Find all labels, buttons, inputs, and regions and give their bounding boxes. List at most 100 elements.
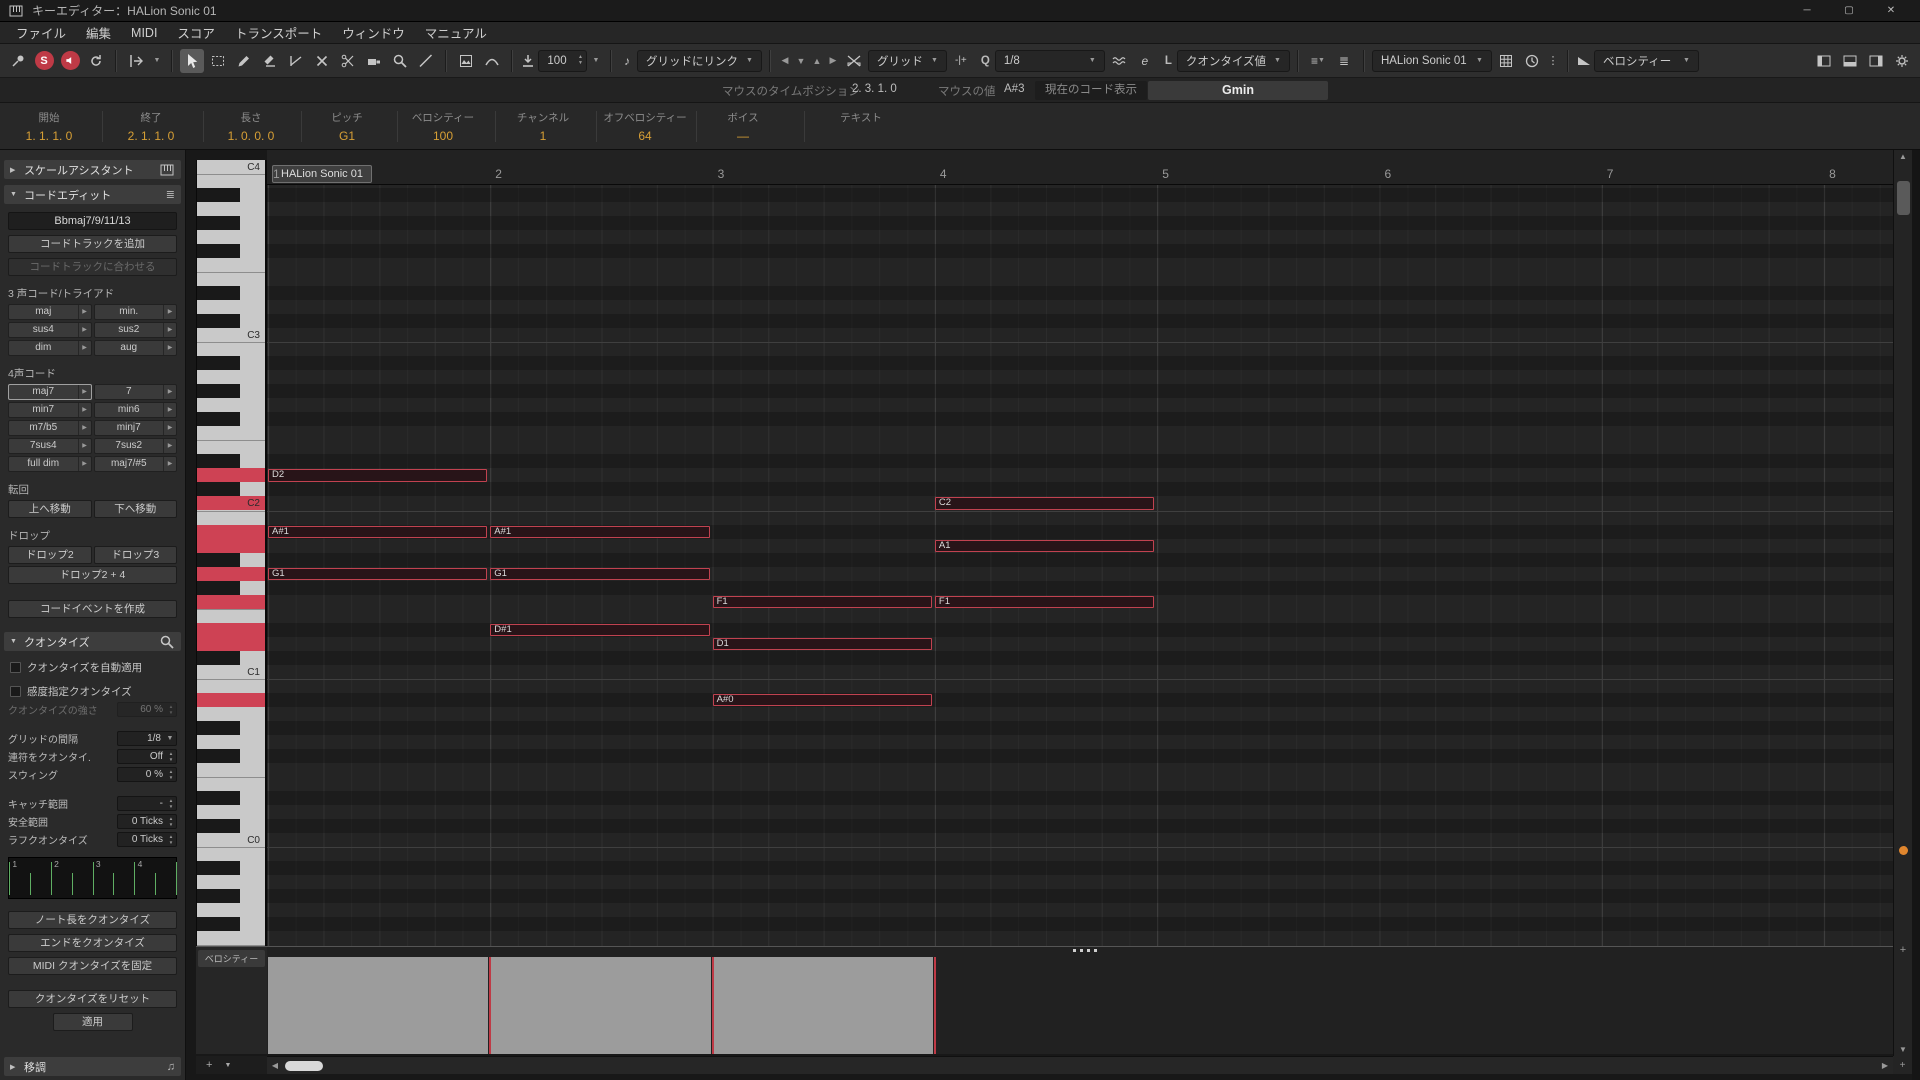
chevron-right-icon[interactable]: ▶ bbox=[163, 323, 176, 337]
menu-item-1[interactable]: 編集 bbox=[76, 23, 121, 42]
scroll-up-button[interactable]: ▲ bbox=[1894, 152, 1912, 161]
quantize-note-lengths-button[interactable]: ノート長をクオンタイズ bbox=[8, 911, 177, 929]
section-scale-assistant[interactable]: ▶ スケールアシスタント bbox=[4, 160, 181, 179]
info-field-7[interactable]: ボイス— bbox=[688, 103, 798, 149]
minimize-button[interactable]: ─ bbox=[1786, 0, 1828, 22]
info-field-2[interactable]: 長さ1. 0. 0. 0 bbox=[196, 103, 306, 149]
piano-key-F#2[interactable] bbox=[197, 412, 240, 426]
chord-type-min7[interactable]: min7▶ bbox=[8, 402, 92, 418]
menu-item-2[interactable]: MIDI bbox=[121, 26, 167, 40]
chevron-right-icon[interactable]: ▶ bbox=[78, 385, 91, 399]
timeline-ruler[interactable]: HALion Sonic 01 12345678 bbox=[267, 150, 1893, 185]
crossed-arrows-button[interactable] bbox=[842, 49, 866, 73]
setup-toolbar-button[interactable] bbox=[1890, 49, 1914, 73]
stepper-down-icon[interactable]: ▼ bbox=[169, 822, 173, 827]
chord-type-maj7#5[interactable]: maj7/#5▶ bbox=[94, 456, 178, 472]
midi-note-D2[interactable]: D2 bbox=[268, 469, 487, 482]
piano-key-C#3[interactable] bbox=[197, 314, 240, 328]
stepper-down-icon[interactable]: ▼ bbox=[169, 775, 173, 780]
info-field-1[interactable]: 終了2. 1. 1. 0 bbox=[96, 103, 206, 149]
stepper-down-icon[interactable]: ▼ bbox=[169, 840, 173, 845]
chord-type-min[interactable]: min.▶ bbox=[94, 304, 178, 320]
curve-tool-button[interactable] bbox=[480, 49, 504, 73]
match-with-chord-track-button[interactable]: コードトラックに合わせる bbox=[8, 258, 177, 276]
chord-type-minj7[interactable]: minj7▶ bbox=[94, 420, 178, 436]
chord-type-maj7[interactable]: maj7▶ bbox=[8, 384, 92, 400]
stepper-up-icon[interactable]: ▲ bbox=[169, 704, 173, 709]
auto-apply-quantize-checkbox[interactable]: クオンタイズを自動適用 bbox=[10, 660, 175, 675]
piano-key-F#1[interactable] bbox=[197, 581, 240, 595]
catch-range-field[interactable]: -▲▼ bbox=[117, 796, 177, 811]
chevron-right-icon[interactable]: ▶ bbox=[78, 403, 91, 417]
velocity-bar[interactable] bbox=[268, 957, 488, 1054]
move-up-button[interactable]: 上へ移動 bbox=[8, 500, 92, 518]
iterative-quantize-checkbox[interactable]: 感度指定クオンタイズ bbox=[10, 684, 175, 699]
show-part-borders-button[interactable] bbox=[1494, 49, 1518, 73]
length-quantize-dropdown[interactable]: クオンタイズ値▼ bbox=[1177, 50, 1290, 72]
piano-key-A1[interactable] bbox=[197, 539, 265, 553]
chevron-right-icon[interactable]: ▶ bbox=[163, 385, 176, 399]
piano-key-C#2[interactable] bbox=[197, 482, 240, 496]
piano-key-A#3[interactable] bbox=[197, 188, 240, 202]
pin-button[interactable] bbox=[6, 49, 30, 73]
chevron-right-icon[interactable]: ▶ bbox=[163, 305, 176, 319]
nudge-left-button[interactable]: ◀ bbox=[778, 49, 792, 73]
drop-2-button[interactable]: ドロップ2 bbox=[8, 546, 92, 564]
mute-tool-button[interactable] bbox=[310, 49, 334, 73]
chord-type-fulldim[interactable]: full dim▶ bbox=[8, 456, 92, 472]
swing-field[interactable]: 0 %▲▼ bbox=[117, 767, 177, 782]
piano-key-D1[interactable] bbox=[197, 637, 265, 651]
menu-item-3[interactable]: スコア bbox=[167, 23, 225, 42]
chord-type-7sus2[interactable]: 7sus2▶ bbox=[94, 438, 178, 454]
info-field-0[interactable]: 開始1. 1. 1. 0 bbox=[0, 103, 104, 149]
zoom-tool-button[interactable] bbox=[388, 49, 412, 73]
chevron-right-icon[interactable]: ▶ bbox=[78, 421, 91, 435]
chevron-right-icon[interactable]: ▶ bbox=[163, 439, 176, 453]
grid-type-dropdown[interactable]: グリッド▼ bbox=[868, 50, 947, 72]
chord-type-sus2[interactable]: sus2▶ bbox=[94, 322, 178, 338]
glue-tool-button[interactable] bbox=[362, 49, 386, 73]
vertical-scrollbar[interactable]: ▲ + ▼ bbox=[1893, 150, 1912, 1056]
piano-key-D#2[interactable] bbox=[197, 454, 240, 468]
chevron-right-icon[interactable]: ▶ bbox=[78, 323, 91, 337]
create-chord-event-button[interactable]: コードイベントを作成 bbox=[8, 600, 177, 618]
chevron-right-icon[interactable]: ▶ bbox=[163, 421, 176, 435]
color-tool-button[interactable] bbox=[454, 49, 478, 73]
piano-key-G1[interactable] bbox=[197, 567, 265, 581]
section-transpose[interactable]: ▶ 移調 ♫ bbox=[4, 1057, 181, 1076]
piano-key-C#1[interactable] bbox=[197, 651, 240, 665]
chevron-right-icon[interactable]: ▶ bbox=[163, 403, 176, 417]
freeze-midi-quantize-button[interactable]: MIDI クオンタイズを固定 bbox=[8, 957, 177, 975]
acoustic-feedback-button[interactable] bbox=[58, 49, 82, 73]
chevron-right-icon[interactable]: ▶ bbox=[163, 457, 176, 471]
insert-velocity-spinbox[interactable]: 100 ▲▼ bbox=[538, 50, 587, 72]
controller-lane-menu-button[interactable]: ▼ bbox=[224, 1062, 231, 1069]
menu-item-6[interactable]: マニュアル bbox=[415, 23, 497, 42]
menu-item-0[interactable]: ファイル bbox=[6, 23, 76, 42]
event-colors-dropdown[interactable]: ベロシティー▼ bbox=[1594, 50, 1699, 72]
chevron-right-icon[interactable]: ▶ bbox=[78, 341, 91, 355]
autoscroll-menu-button[interactable]: ▼ bbox=[150, 49, 164, 73]
close-button[interactable]: ✕ bbox=[1870, 0, 1912, 22]
add-chord-track-button[interactable]: コードトラックを追加 bbox=[8, 235, 177, 253]
velocity-bar[interactable] bbox=[490, 957, 710, 1054]
quantize-panel-button[interactable]: e bbox=[1133, 49, 1157, 73]
horizontal-scroll-thumb[interactable] bbox=[285, 1061, 323, 1071]
horizontal-scrollbar[interactable]: ◀ ▶ bbox=[267, 1056, 1893, 1074]
display-options-button[interactable]: ≡▼ bbox=[1306, 49, 1330, 73]
piano-key-D2[interactable] bbox=[197, 468, 265, 482]
edited-part-dropdown[interactable]: HALion Sonic 01▼ bbox=[1372, 50, 1492, 72]
chevron-right-icon[interactable]: ▶ bbox=[78, 305, 91, 319]
apply-quantize-button[interactable]: 適用 bbox=[53, 1013, 133, 1031]
info-field-3[interactable]: ピッチG1 bbox=[292, 103, 402, 149]
chevron-right-icon[interactable]: ▶ bbox=[78, 439, 91, 453]
stepper-up-icon[interactable]: ▲ bbox=[169, 751, 173, 756]
menu-item-4[interactable]: トランスポート bbox=[225, 23, 332, 42]
piano-key-A#-1[interactable] bbox=[197, 861, 240, 875]
minus-plus-button[interactable]: -|+ bbox=[949, 49, 973, 73]
stepper-up-icon[interactable]: ▲ bbox=[169, 816, 173, 821]
midi-note-D#1[interactable]: D#1 bbox=[490, 624, 709, 637]
range-selection-tool-button[interactable] bbox=[206, 49, 230, 73]
trim-tool-button[interactable] bbox=[284, 49, 308, 73]
lower-zone-button[interactable] bbox=[1838, 49, 1862, 73]
